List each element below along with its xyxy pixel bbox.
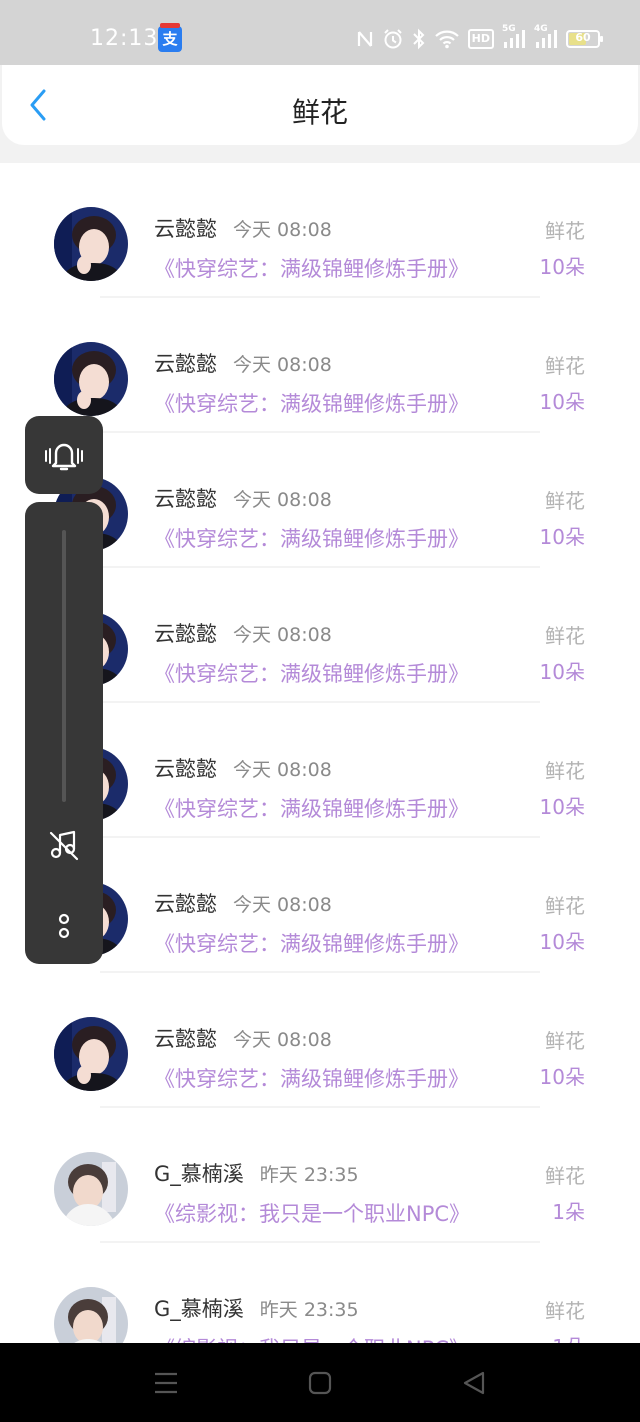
gift-type-label: 鲜花 [545, 489, 585, 513]
record-time: 昨天 23:35 [259, 1164, 359, 1186]
gift-type-label: 鲜花 [545, 759, 585, 783]
record-time: 今天 08:08 [233, 354, 332, 376]
hd-icon: HD [467, 29, 494, 49]
music-off-icon [49, 830, 79, 861]
gift-type-label: 鲜花 [545, 219, 585, 243]
gift-type-label: 鲜花 [545, 1164, 585, 1188]
book-title-link[interactable]: 《快穿综艺：满级锦鲤修炼手册》 [154, 1063, 469, 1093]
sender-name: 云懿懿 今天 08:08 [154, 753, 332, 783]
gift-type-label: 鲜花 [545, 624, 585, 648]
book-title-link[interactable]: 《快穿综艺：满级锦鲤修炼手册》 [154, 928, 469, 958]
gift-count: 10朵 [539, 1065, 585, 1089]
sender-name: 云懿懿 今天 08:08 [154, 618, 332, 648]
gift-type-label: 鲜花 [545, 894, 585, 918]
sender-name-text: 云懿懿 [154, 352, 217, 376]
signal-4g-label: 4G [534, 24, 548, 34]
sender-name-text: 云懿懿 [154, 757, 217, 781]
nav-home-button[interactable] [302, 1367, 338, 1399]
sender-name: G_慕楠溪 昨天 23:35 [154, 1158, 359, 1188]
page-title: 鲜花 [291, 96, 348, 129]
gift-count: 10朵 [539, 525, 585, 549]
gift-count: 10朵 [539, 660, 585, 684]
book-title-link[interactable]: 《综影视：我只是一个职业NPC》 [154, 1333, 470, 1343]
avatar[interactable] [54, 1287, 128, 1343]
status-time: 12:13 [90, 26, 159, 51]
gift-type-label: 鲜花 [545, 1029, 585, 1053]
alarm-icon [382, 28, 404, 50]
battery-level: 60 [575, 31, 591, 44]
record-time: 今天 08:08 [233, 894, 332, 916]
book-title-link[interactable]: 《快穿综艺：满级锦鲤修炼手册》 [154, 253, 469, 283]
sender-name-text: 云懿懿 [154, 217, 217, 241]
nav-menu-button[interactable] [148, 1367, 184, 1399]
record-time: 今天 08:08 [233, 1029, 332, 1051]
mute-button[interactable] [45, 826, 83, 864]
status-bar: 12:13 支 HD 5G 4G 60 [0, 0, 640, 65]
sender-name-text: 云懿懿 [154, 892, 217, 916]
sender-name-text: 云懿懿 [154, 622, 217, 646]
gift-count: 10朵 [539, 795, 585, 819]
nfc-icon [356, 29, 374, 49]
record-time: 今天 08:08 [233, 489, 332, 511]
sender-name: 云懿懿 今天 08:08 [154, 888, 332, 918]
sender-name-text: G_慕楠溪 [154, 1162, 244, 1186]
gift-type-label: 鲜花 [545, 1299, 585, 1323]
sender-name-text: 云懿懿 [154, 1027, 217, 1051]
sender-name: 云懿懿 今天 08:08 [154, 1023, 332, 1053]
signal-4g-icon: 4G [534, 24, 558, 50]
volume-panel [25, 502, 103, 964]
gift-count: 10朵 [539, 255, 585, 279]
book-title-link[interactable]: 《综影视：我只是一个职业NPC》 [154, 1198, 470, 1228]
gift-type-label: 鲜花 [545, 354, 585, 378]
record-time: 昨天 23:35 [259, 1299, 359, 1321]
record-row[interactable]: 云懿懿 今天 08:08 《快穿综艺：满级锦鲤修炼手册》 鲜花 10朵 [0, 298, 640, 433]
record-time: 今天 08:08 [233, 219, 332, 241]
sender-name-text: 云懿懿 [154, 487, 217, 511]
system-nav-bar [0, 1343, 640, 1422]
book-title-link[interactable]: 《快穿综艺：满级锦鲤修炼手册》 [154, 658, 469, 688]
record-time: 今天 08:08 [233, 624, 332, 646]
status-icons: HD 5G 4G 60 [356, 24, 603, 54]
gift-count: 1朵 [552, 1200, 585, 1224]
sender-name-text: G_慕楠溪 [154, 1297, 244, 1321]
app-badge-icon: 支 [158, 23, 182, 52]
back-triangle-icon [463, 1371, 485, 1395]
avatar[interactable] [54, 207, 128, 281]
signal-5g-icon: 5G [502, 24, 526, 50]
sender-name: 云懿懿 今天 08:08 [154, 483, 332, 513]
battery-icon: 60 [566, 30, 603, 48]
page-header: 鲜花 [2, 65, 638, 145]
gift-count: 10朵 [539, 390, 585, 414]
more-dots-icon [58, 913, 70, 939]
book-title-link[interactable]: 《快穿综艺：满级锦鲤修炼手册》 [154, 388, 469, 418]
volume-slider[interactable] [62, 530, 66, 802]
ring-mode-button[interactable] [25, 416, 103, 494]
record-row[interactable]: G_慕楠溪昨天 23:35 《综影视：我只是一个职业NPC》 鲜花 1朵 [0, 1243, 640, 1343]
nav-back-button[interactable] [456, 1367, 492, 1399]
wifi-icon [434, 29, 460, 49]
bluetooth-icon [412, 28, 426, 50]
record-time: 今天 08:08 [233, 759, 332, 781]
record-row[interactable]: G_慕楠溪昨天 23:35 《综影视：我只是一个职业NPC》 鲜花 1朵 [0, 1108, 640, 1243]
avatar[interactable] [54, 1017, 128, 1091]
avatar[interactable] [54, 1152, 128, 1226]
sender-name: 云懿懿 今天 08:08 [154, 213, 332, 243]
menu-icon [155, 1372, 177, 1394]
volume-more-button[interactable] [49, 906, 79, 946]
gift-count: 1朵 [552, 1331, 585, 1343]
gift-count: 10朵 [539, 930, 585, 954]
avatar[interactable] [54, 342, 128, 416]
record-row[interactable]: 云懿懿 今天 08:08 《快穿综艺：满级锦鲤修炼手册》 鲜花 10朵 [0, 163, 640, 298]
book-title-link[interactable]: 《快穿综艺：满级锦鲤修炼手册》 [154, 793, 469, 823]
sender-name: 云懿懿 今天 08:08 [154, 348, 332, 378]
signal-5g-label: 5G [502, 24, 516, 34]
home-square-icon [308, 1371, 332, 1395]
record-row[interactable]: 云懿懿 今天 08:08 《快穿综艺：满级锦鲤修炼手册》 鲜花 10朵 [0, 973, 640, 1108]
book-title-link[interactable]: 《快穿综艺：满级锦鲤修炼手册》 [154, 523, 469, 553]
bell-vibrate-icon [45, 443, 83, 471]
sender-name: G_慕楠溪 昨天 23:35 [154, 1293, 359, 1323]
